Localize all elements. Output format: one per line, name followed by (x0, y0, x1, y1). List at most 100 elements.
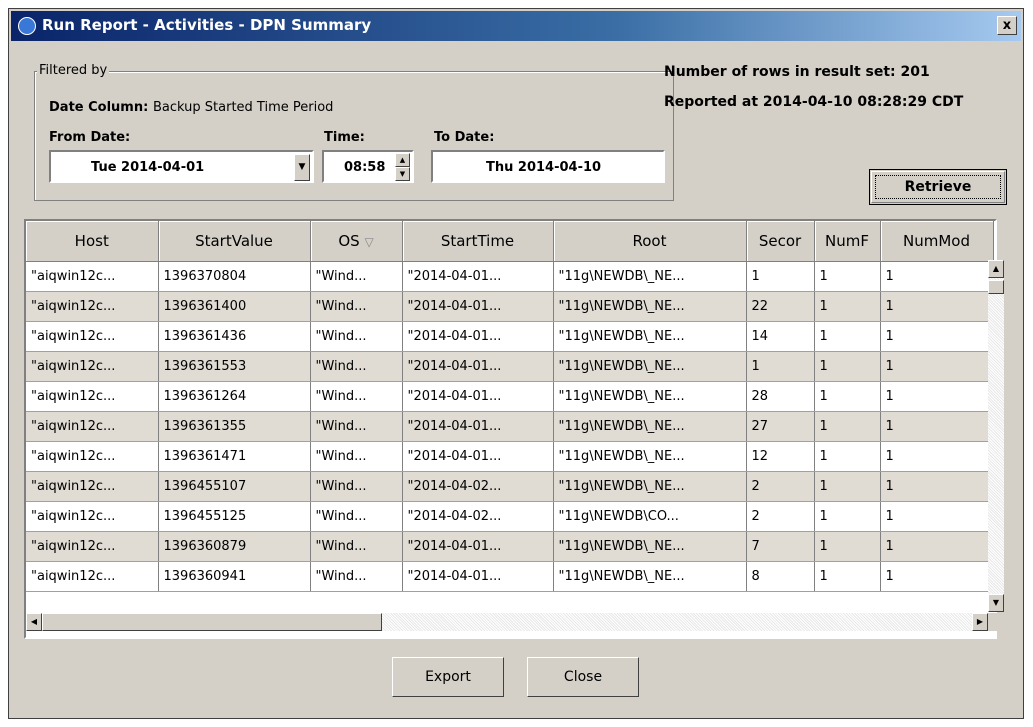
retrieve-button[interactable]: Retrieve (869, 169, 1007, 205)
cell-startvalue: 1396360941 (158, 561, 311, 592)
cell-numfiles: 1 (814, 531, 881, 562)
close-window-button[interactable]: x (997, 16, 1017, 35)
cell-starttime: "2014-04-01... (402, 381, 554, 412)
scroll-right-icon[interactable]: ▶ (972, 613, 988, 631)
date-column-value: Backup Started Time Period (153, 100, 334, 115)
cell-os: "Wind... (310, 501, 403, 532)
cell-nummod: 1 (880, 291, 994, 322)
cell-startvalue: 1396361553 (158, 351, 311, 382)
time-value: 08:58 (344, 160, 386, 175)
vertical-scroll-thumb[interactable] (988, 280, 1004, 294)
spin-down-icon[interactable]: ▼ (395, 167, 410, 181)
column-header-host[interactable]: Host (26, 221, 159, 262)
cell-nummod: 1 (880, 471, 994, 502)
cell-seconds: 7 (746, 531, 815, 562)
cell-nummod: 1 (880, 261, 994, 292)
from-date-label: From Date: (49, 130, 131, 145)
column-header-numfiles[interactable]: NumF (814, 221, 881, 262)
table-row[interactable]: "aiqwin12c... 1396455125 "Wind... "2014-04-… (26, 501, 994, 532)
to-date-value: Thu 2014-04-10 (486, 160, 602, 175)
table-row[interactable]: "aiqwin12c... 1396455107 "Wind... "2014-04-… (26, 471, 994, 502)
column-header-starttime[interactable]: StartTime (402, 221, 554, 262)
column-header-os-label: OS (338, 232, 360, 250)
cell-numfiles: 1 (814, 381, 881, 412)
cell-startvalue: 1396361264 (158, 381, 311, 412)
cell-numfiles: 1 (814, 501, 881, 532)
scroll-up-icon[interactable]: ▲ (988, 260, 1004, 278)
cell-startvalue: 1396361400 (158, 291, 311, 322)
cell-seconds: 2 (746, 471, 815, 502)
column-header-os[interactable]: OS ▽ (310, 221, 403, 262)
cell-host: "aiqwin12c... (26, 561, 159, 592)
cell-numfiles: 1 (814, 441, 881, 472)
cell-host: "aiqwin12c... (26, 381, 159, 412)
cell-host: "aiqwin12c... (26, 351, 159, 382)
cell-nummod: 1 (880, 411, 994, 442)
table-row[interactable]: "aiqwin12c... 1396361264 "Wind... "2014-04-… (26, 381, 994, 412)
cell-os: "Wind... (310, 261, 403, 292)
cell-os: "Wind... (310, 471, 403, 502)
table-row[interactable]: "aiqwin12c... 1396361553 "Wind... "2014-04-… (26, 351, 994, 382)
column-header-startvalue[interactable]: StartValue (158, 221, 311, 262)
cell-seconds: 2 (746, 501, 815, 532)
cell-nummod: 1 (880, 441, 994, 472)
export-button[interactable]: Export (392, 657, 504, 697)
cell-seconds: 14 (746, 321, 815, 352)
table-row[interactable]: "aiqwin12c... 1396360879 "Wind... "2014-04-… (26, 531, 994, 562)
from-date-dropdown[interactable]: Tue 2014-04-01 ▼ (49, 150, 314, 183)
cell-host: "aiqwin12c... (26, 471, 159, 502)
cell-os: "Wind... (310, 411, 403, 442)
cell-numfiles: 1 (814, 291, 881, 322)
cell-seconds: 12 (746, 441, 815, 472)
column-header-root[interactable]: Root (553, 221, 747, 262)
cell-root: "11g\NEWDB\_NE... (553, 381, 747, 412)
title-bar[interactable]: Run Report - Activities - DPN Summary x (11, 11, 1021, 41)
close-button[interactable]: Close (527, 657, 639, 697)
chevron-down-icon[interactable]: ▼ (294, 154, 310, 181)
cell-nummod: 1 (880, 561, 994, 592)
table-row[interactable]: "aiqwin12c... 1396361471 "Wind... "2014-04-… (26, 441, 994, 472)
table-row[interactable]: "aiqwin12c... 1396370804 "Wind... "2014-04-… (26, 261, 994, 292)
cell-host: "aiqwin12c... (26, 261, 159, 292)
cell-starttime: "2014-04-01... (402, 531, 554, 562)
cell-root: "11g\NEWDB\_NE... (553, 471, 747, 502)
date-column-label: Date Column: (49, 100, 149, 115)
cell-nummod: 1 (880, 351, 994, 382)
cell-os: "Wind... (310, 351, 403, 382)
column-header-nummod[interactable]: NumMod (880, 221, 994, 262)
cell-starttime: "2014-04-01... (402, 291, 554, 322)
cell-root: "11g\NEWDB\_NE... (553, 351, 747, 382)
scroll-corner (988, 613, 1004, 631)
cell-startvalue: 1396361355 (158, 411, 311, 442)
filter-group-label: Filtered by (37, 63, 110, 78)
scroll-down-icon[interactable]: ▼ (988, 594, 1004, 612)
cell-starttime: "2014-04-01... (402, 261, 554, 292)
window-title: Run Report - Activities - DPN Summary (42, 16, 372, 34)
table-row[interactable]: "aiqwin12c... 1396361400 "Wind... "2014-04-… (26, 291, 994, 322)
time-spinner[interactable]: 08:58 ▲ ▼ (322, 150, 414, 183)
table-row[interactable]: "aiqwin12c... 1396361436 "Wind... "2014-04-… (26, 321, 994, 352)
to-date-label: To Date: (434, 130, 495, 145)
cell-root: "11g\NEWDB\_NE... (553, 561, 747, 592)
cell-os: "Wind... (310, 291, 403, 322)
cell-root: "11g\NEWDB\_NE... (553, 261, 747, 292)
cell-nummod: 1 (880, 321, 994, 352)
row-count-text: Number of rows in result set: 201 (664, 64, 930, 80)
cell-numfiles: 1 (814, 321, 881, 352)
scroll-left-icon[interactable]: ◀ (26, 613, 42, 631)
horizontal-scroll-thumb[interactable] (42, 613, 382, 631)
cell-host: "aiqwin12c... (26, 411, 159, 442)
cell-os: "Wind... (310, 441, 403, 472)
cell-starttime: "2014-04-01... (402, 441, 554, 472)
table-row[interactable]: "aiqwin12c... 1396360941 "Wind... "2014-04-… (26, 561, 994, 592)
column-header-seconds[interactable]: Secor (746, 221, 815, 262)
to-date-field[interactable]: Thu 2014-04-10 (431, 150, 665, 183)
table-row[interactable]: "aiqwin12c... 1396361355 "Wind... "2014-04-… (26, 411, 994, 442)
horizontal-scrollbar[interactable]: ◀ ▶ (26, 613, 1004, 631)
results-table[interactable]: Host StartValue OS ▽ StartTime Root Seco… (24, 219, 997, 639)
spin-up-icon[interactable]: ▲ (395, 153, 410, 167)
cell-root: "11g\NEWDB\_NE... (553, 321, 747, 352)
cell-seconds: 28 (746, 381, 815, 412)
reported-at-text: Reported at 2014-04-10 08:28:29 CDT (664, 94, 964, 110)
vertical-scrollbar[interactable]: ▲ ▼ (988, 260, 1004, 612)
